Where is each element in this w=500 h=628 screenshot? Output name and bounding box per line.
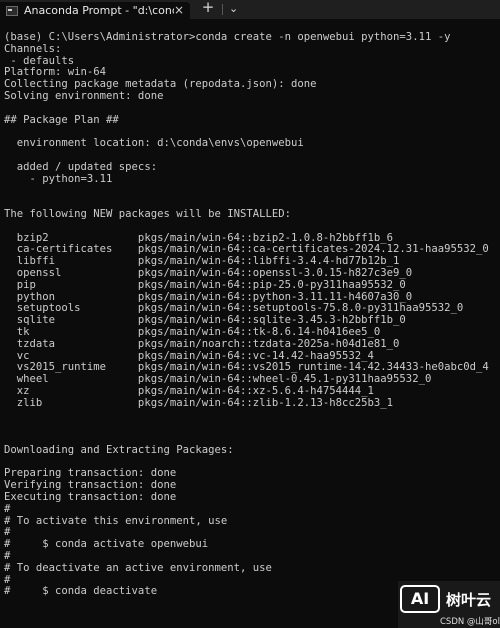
title-bar: Anaconda Prompt - "d:\conda × + ⌄ — [0, 0, 500, 19]
close-tab-icon[interactable]: × — [174, 3, 184, 17]
chevron-down-icon[interactable]: ⌄ — [229, 1, 238, 18]
terminal-line: xz pkgs/main/win-64::xz-5.6.4-h4754444_1 — [4, 384, 374, 397]
terminal-line: The following NEW packages will be INSTA… — [4, 207, 292, 220]
terminal-output[interactable]: (base) C:\Users\Administrator>conda crea… — [4, 31, 500, 598]
terminal-line: pip pkgs/main/win-64::pip-25.0-py311haa9… — [4, 278, 406, 291]
watermark: AI 树叶云 CSDN @山哥ol — [398, 581, 500, 628]
terminal-line: Downloading and Extracting Packages: — [4, 443, 234, 456]
terminal-line: Executing transaction: done — [4, 491, 177, 504]
terminal-line: tk pkgs/main/win-64::tk-8.6.14-h0416ee5_… — [4, 325, 381, 338]
watermark-logo: AI — [400, 585, 440, 613]
terminal-line: # To activate this environment, use — [4, 514, 228, 527]
watermark-credit: CSDN @山哥ol — [440, 617, 500, 627]
new-tab-button[interactable]: + — [200, 0, 216, 17]
terminal-tab[interactable]: Anaconda Prompt - "d:\conda × — [0, 2, 190, 19]
terminal-line: # To deactivate an active environment, u… — [4, 561, 272, 574]
terminal-icon — [6, 5, 18, 16]
terminal-line: openssl pkgs/main/win-64::openssl-3.0.15… — [4, 266, 413, 279]
toolbar-divider — [222, 4, 223, 15]
watermark-name: 树叶云 — [446, 591, 492, 609]
terminal-line: added / updated specs: — [4, 160, 158, 173]
terminal-line: # $ conda activate openwebui — [4, 538, 209, 551]
terminal-line: (base) C:\Users\Administrator>conda crea… — [4, 31, 451, 43]
terminal-line: environment location: d:\conda\envs\open… — [4, 137, 304, 150]
terminal-line: tzdata pkgs/main/noarch::tzdata-2025a-h0… — [4, 337, 400, 350]
terminal-line: - python=3.11 — [4, 172, 113, 185]
terminal-line: # — [4, 502, 11, 515]
terminal-line: ## Package Plan ## — [4, 113, 119, 126]
terminal-line: zlib pkgs/main/win-64::zlib-1.2.13-h8cc2… — [4, 396, 394, 409]
tab-title: Anaconda Prompt - "d:\conda — [24, 4, 174, 17]
terminal-line: Channels: — [4, 42, 62, 55]
terminal-line: Solving environment: done — [4, 89, 164, 102]
